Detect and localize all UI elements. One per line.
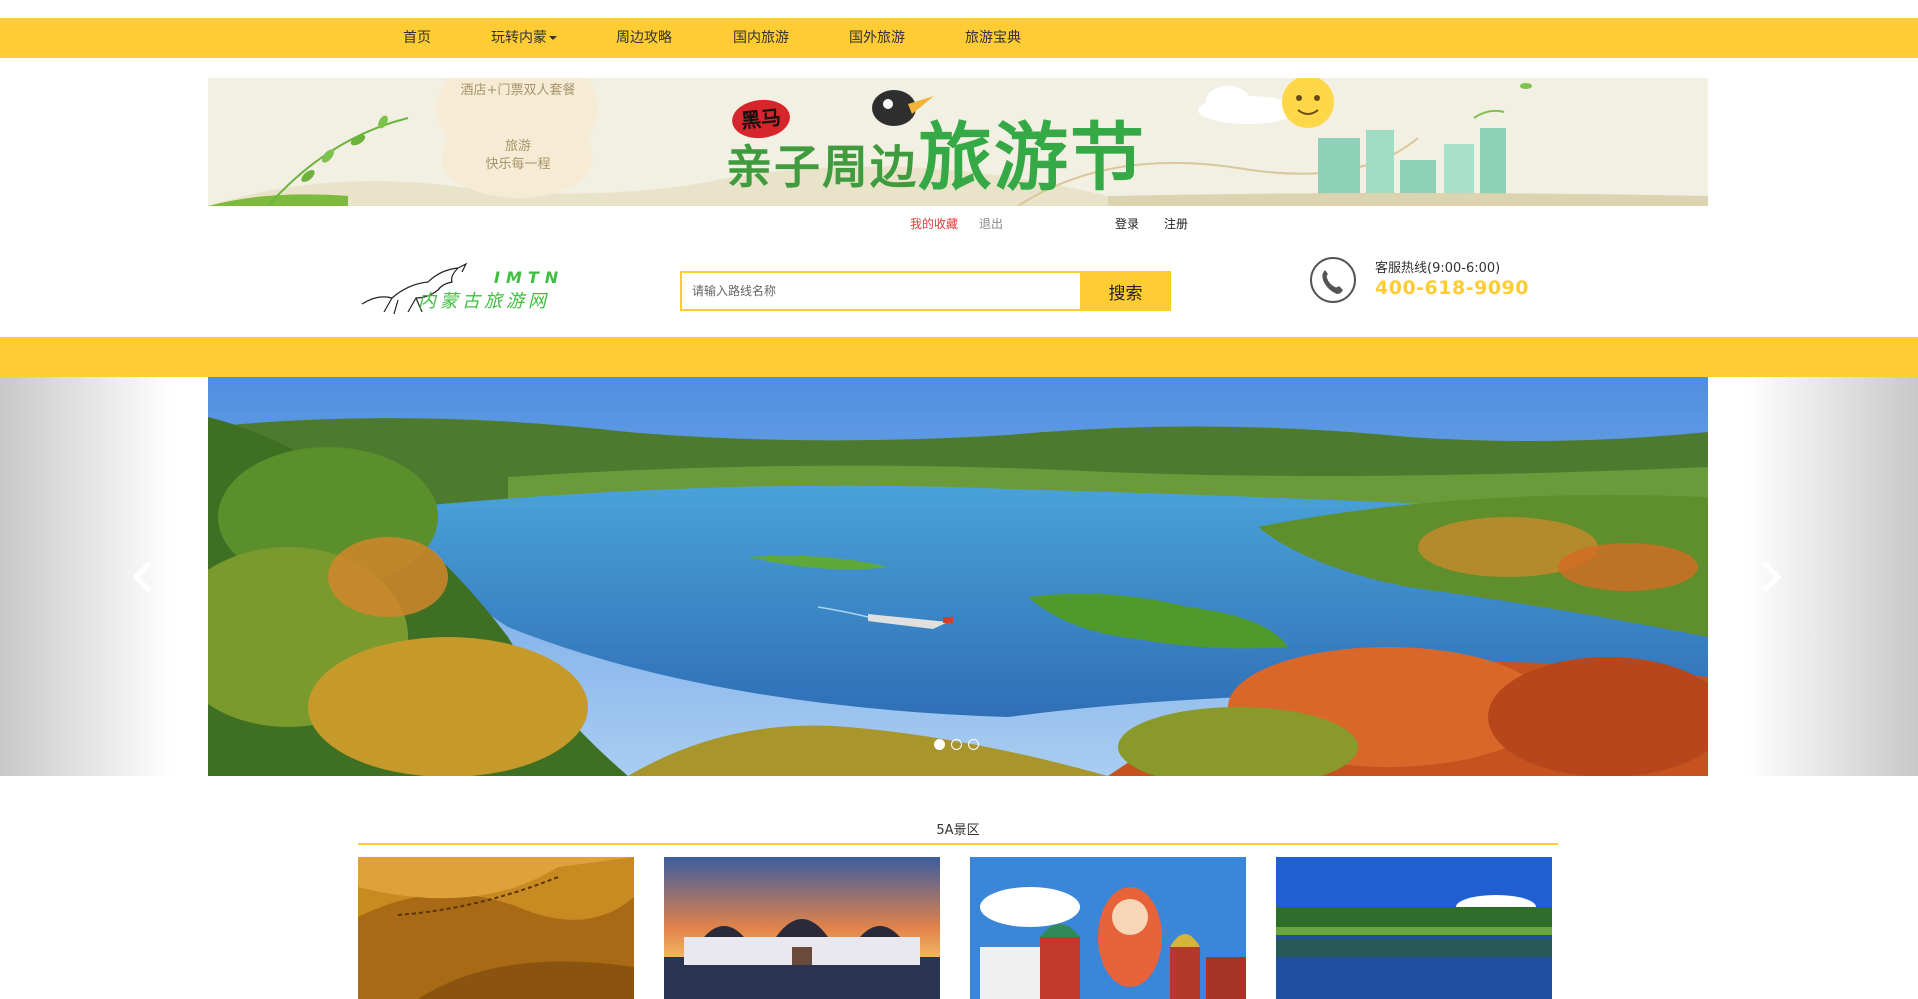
image-carousel	[0, 377, 1918, 776]
logo-text-en: IMTN	[494, 268, 565, 287]
search-bar: 搜索	[680, 271, 1171, 311]
scenic-spot-card[interactable]	[1276, 857, 1552, 999]
nav-menu: 首页 玩转内蒙 周边攻略 国内旅游 国外旅游 旅游宝典	[403, 18, 1065, 58]
mausoleum-sunset-image	[664, 857, 940, 999]
my-favorites-link[interactable]: 我的收藏	[910, 216, 958, 232]
search-input[interactable]	[680, 271, 1080, 311]
carousel-indicators	[934, 739, 985, 750]
nav-item-domestic-travel[interactable]: 国内旅游	[733, 18, 849, 58]
section-divider	[358, 843, 1558, 845]
banner-promo-line: 旅游	[504, 139, 531, 154]
carousel-dot[interactable]	[951, 739, 962, 750]
forest-lake-image	[1276, 857, 1552, 999]
phone-icon	[1310, 257, 1356, 303]
carousel-slide[interactable]	[208, 377, 1708, 776]
carousel-next-arrow[interactable]	[1756, 557, 1786, 597]
carousel-dot[interactable]	[934, 739, 945, 750]
scenic-spot-card[interactable]	[664, 857, 940, 999]
carousel-dot[interactable]	[968, 739, 979, 750]
site-logo[interactable]: IMTN 内蒙古旅游网	[358, 254, 568, 316]
nav-item-travel-guide[interactable]: 旅游宝典	[965, 18, 1065, 58]
chevron-down-icon	[549, 36, 557, 40]
category-strip	[0, 337, 1918, 377]
nav-item-label: 玩转内蒙	[491, 30, 547, 46]
banner-promo-line: 快乐每一程	[485, 157, 551, 172]
nav-item-inner-mongolia[interactable]: 玩转内蒙	[491, 18, 616, 58]
top-nav: 首页 玩转内蒙 周边攻略 国内旅游 国外旅游 旅游宝典	[0, 18, 1918, 58]
carousel-prev-arrow[interactable]	[128, 557, 158, 597]
search-button[interactable]: 搜索	[1080, 271, 1171, 311]
landscape-lake-image	[208, 377, 1708, 776]
hotline-label: 客服热线(9:00-6:00)	[1375, 261, 1501, 276]
nav-item-overseas-travel[interactable]: 国外旅游	[849, 18, 965, 58]
nav-item-home[interactable]: 首页	[403, 18, 491, 58]
logout-link[interactable]: 退出	[979, 216, 1003, 232]
section-title: 5A景区	[936, 823, 980, 838]
banner-title-big: 旅游节	[918, 115, 1146, 201]
desert-dunes-image	[358, 857, 634, 999]
login-link[interactable]: 登录	[1115, 216, 1139, 232]
russian-style-park-image	[970, 857, 1246, 999]
banner-promo-line: 酒店+门票双人套餐	[460, 83, 576, 98]
scenic-spot-card[interactable]	[358, 857, 634, 999]
hotline-number: 400-618-9090	[1375, 277, 1529, 299]
promo-banner[interactable]: 酒店+门票双人套餐 旅游 快乐每一程 黑马 亲子周边旅游节	[208, 78, 1708, 206]
nav-item-nearby-guides[interactable]: 周边攻略	[616, 18, 733, 58]
banner-title: 亲子周边旅游节	[726, 121, 1146, 199]
banner-title-small: 亲子周边	[726, 140, 918, 194]
logo-text-cn: 内蒙古旅游网	[418, 291, 550, 312]
register-link[interactable]: 注册	[1164, 216, 1188, 232]
scenic-spot-card[interactable]	[970, 857, 1246, 999]
